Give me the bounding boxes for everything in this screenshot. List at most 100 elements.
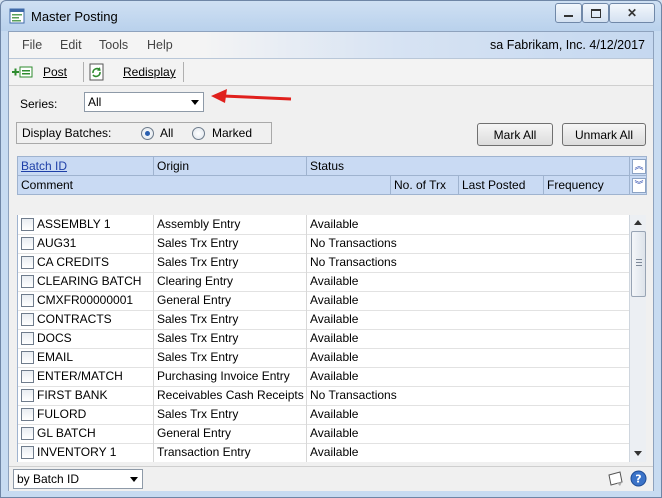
post-icon — [12, 66, 33, 78]
menu-tools[interactable]: Tools — [99, 38, 128, 52]
title-bar: Master Posting ✕ — [1, 1, 661, 31]
vertical-scrollbar[interactable] — [629, 215, 646, 462]
collapse-icon[interactable]: ︽ — [632, 159, 646, 174]
menu-file[interactable]: File — [22, 38, 42, 52]
post-button[interactable]: Post — [12, 63, 67, 81]
sort-dropdown[interactable]: by Batch ID — [13, 469, 143, 489]
table-row[interactable]: AUG31 Sales Trx Entry No Transactions — [18, 234, 630, 254]
scroll-down-icon[interactable] — [634, 451, 642, 456]
batch-id-cell: EMAIL — [18, 348, 154, 367]
scrollbar-thumb[interactable] — [631, 231, 646, 297]
batch-id-text: EMAIL — [37, 350, 74, 364]
radio-marked-label: Marked — [212, 126, 253, 140]
display-batches-label: Display Batches: — [22, 126, 112, 140]
annotation-arrow-icon — [211, 89, 292, 103]
table-row[interactable]: FULORD Sales Trx Entry Available — [18, 405, 630, 425]
batch-id-text: CMXFR00000001 — [37, 293, 134, 307]
header-batch-id[interactable]: Batch ID — [18, 157, 154, 175]
redisplay-button[interactable]: Redisplay — [89, 63, 176, 81]
batch-id-text: GL BATCH — [37, 426, 96, 440]
client-area: File Edit Tools Help sa Fabrikam, Inc. 4… — [8, 31, 654, 491]
table-row[interactable]: CA CREDITS Sales Trx Entry No Transactions — [18, 253, 630, 273]
maximize-icon — [590, 8, 601, 18]
table-row[interactable]: EMAIL Sales Trx Entry Available — [18, 348, 630, 368]
grid-header-row-1: Batch ID Origin Status ︽ — [17, 156, 647, 176]
header-origin[interactable]: Origin — [154, 157, 307, 175]
close-button[interactable]: ✕ — [609, 3, 655, 23]
header-status[interactable]: Status — [307, 157, 630, 175]
batch-id-cell: DOCS — [18, 329, 154, 348]
display-batches-group: Display Batches: All Marked — [16, 122, 272, 144]
menu-edit[interactable]: Edit — [60, 38, 82, 52]
batch-id-text: ENTER/MATCH — [37, 369, 123, 383]
table-row[interactable]: ENTER/MATCH Purchasing Invoice Entry Avail… — [18, 367, 630, 387]
table-row[interactable]: CLEARING BATCH Clearing Entry Available — [18, 272, 630, 292]
origin-cell: Assembly Entry — [154, 215, 307, 234]
batch-id-cell: CONTRACTS — [18, 310, 154, 329]
master-posting-window: Master Posting ✕ File Edit Tools Help sa… — [0, 0, 662, 498]
origin-cell: Sales Trx Entry — [154, 405, 307, 424]
unmark-all-button[interactable]: Unmark All — [562, 123, 646, 146]
radio-all[interactable] — [141, 127, 154, 140]
row-checkbox[interactable] — [21, 389, 34, 402]
row-checkbox[interactable] — [21, 427, 34, 440]
mark-all-label: Mark All — [493, 127, 537, 142]
toolbar-separator — [83, 62, 84, 82]
minimize-button[interactable] — [555, 3, 582, 23]
row-checkbox[interactable] — [21, 294, 34, 307]
row-checkbox[interactable] — [21, 237, 34, 250]
series-value: All — [88, 95, 102, 109]
expand-icon[interactable]: ︾ — [632, 178, 646, 193]
window-title: Master Posting — [31, 9, 118, 24]
status-cell: Available — [310, 407, 359, 421]
status-cell: No Transactions — [310, 255, 397, 269]
batch-id-text: FULORD — [37, 407, 87, 421]
table-row[interactable]: INVENTORY 1 Transaction Entry Available — [18, 443, 630, 462]
origin-cell: Clearing Entry — [154, 272, 307, 291]
batch-id-text: CONTRACTS — [37, 312, 112, 326]
series-label: Series: — [20, 97, 58, 111]
mark-all-button[interactable]: Mark All — [477, 123, 553, 146]
note-icon[interactable] — [606, 470, 624, 488]
status-cell: Available — [310, 312, 359, 326]
row-checkbox[interactable] — [21, 218, 34, 231]
batch-id-cell: AUG31 — [18, 234, 154, 253]
row-checkbox[interactable] — [21, 370, 34, 383]
origin-cell: Sales Trx Entry — [154, 329, 307, 348]
series-dropdown[interactable]: All — [84, 92, 204, 112]
origin-cell: Sales Trx Entry — [154, 234, 307, 253]
row-checkbox[interactable] — [21, 256, 34, 269]
row-checkbox[interactable] — [21, 351, 34, 364]
unmark-all-label: Unmark All — [574, 127, 633, 142]
row-checkbox[interactable] — [21, 446, 34, 459]
batch-id-cell: CLEARING BATCH — [18, 272, 154, 291]
sort-value: by Batch ID — [17, 472, 80, 486]
origin-cell: Sales Trx Entry — [154, 348, 307, 367]
scroll-up-icon[interactable] — [634, 220, 642, 225]
table-row[interactable]: DOCS Sales Trx Entry Available — [18, 329, 630, 349]
batch-grid: ASSEMBLY 1 Assembly Entry Available AUG31 Sa… — [17, 215, 630, 462]
close-icon: ✕ — [626, 6, 638, 20]
header-comment: Comment — [18, 176, 391, 194]
row-checkbox[interactable] — [21, 332, 34, 345]
radio-marked[interactable] — [192, 127, 205, 140]
row-checkbox[interactable] — [21, 313, 34, 326]
table-row[interactable]: ASSEMBLY 1 Assembly Entry Available — [18, 215, 630, 235]
table-row[interactable]: CMXFR00000001 General Entry Available — [18, 291, 630, 311]
table-row[interactable]: CONTRACTS Sales Trx Entry Available — [18, 310, 630, 330]
company-info: sa Fabrikam, Inc. 4/12/2017 — [490, 38, 645, 52]
batch-id-text: FIRST BANK — [37, 388, 108, 402]
row-checkbox[interactable] — [21, 275, 34, 288]
table-row[interactable]: GL BATCH General Entry Available — [18, 424, 630, 444]
status-cell: No Transactions — [310, 388, 397, 402]
menu-bar: File Edit Tools Help sa Fabrikam, Inc. 4… — [9, 32, 653, 59]
post-label: Post — [43, 65, 68, 79]
menu-help[interactable]: Help — [147, 38, 173, 52]
status-cell: Available — [310, 350, 359, 364]
help-icon[interactable]: ? — [630, 470, 647, 487]
maximize-button[interactable] — [582, 3, 609, 23]
batch-id-cell: ENTER/MATCH — [18, 367, 154, 386]
row-checkbox[interactable] — [21, 408, 34, 421]
table-row[interactable]: FIRST BANK Receivables Cash Receipts No Tr… — [18, 386, 630, 406]
refresh-icon — [89, 63, 104, 81]
